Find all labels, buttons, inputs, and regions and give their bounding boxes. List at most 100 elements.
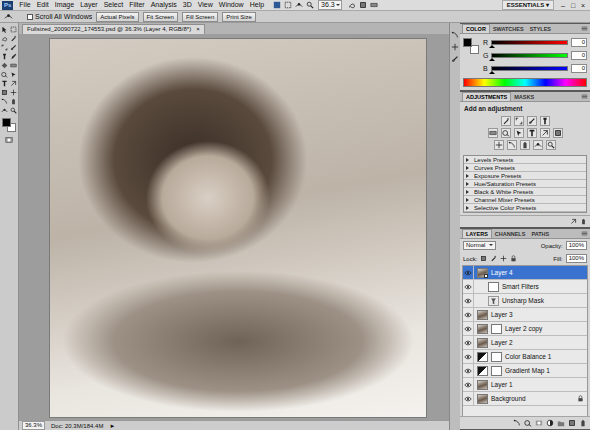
menu-item[interactable]: Help <box>247 0 267 10</box>
workspace-switcher[interactable]: ESSENTIALS ▾ <box>502 0 554 10</box>
slider-handle[interactable] <box>489 68 495 74</box>
panel-tab[interactable]: STYLES <box>527 25 554 33</box>
view-button[interactable]: Fill Screen <box>182 12 218 22</box>
close-button[interactable]: × <box>196 25 200 34</box>
layer-row[interactable]: Background <box>463 392 587 406</box>
zoom-icon[interactable] <box>306 1 314 9</box>
preset-label[interactable]: Levels Presets <box>474 157 513 163</box>
fill-field[interactable]: 100% <box>566 254 587 263</box>
layer-name[interactable]: Layer 2 <box>491 339 584 346</box>
visibility-toggle[interactable] <box>463 350 474 363</box>
layer-name[interactable]: Layer 2 copy <box>505 325 584 332</box>
layer-style-icon[interactable] <box>524 419 532 427</box>
layer-name[interactable]: Unsharp Mask <box>502 297 584 304</box>
tool-icon[interactable] <box>1 80 8 87</box>
screen-mode-icon[interactable] <box>370 1 378 9</box>
visibility-toggle[interactable] <box>463 308 474 321</box>
preset-row[interactable]: Levels Presets <box>464 156 586 164</box>
color-spectrum[interactable] <box>463 78 587 87</box>
layer-name[interactable]: Layer 4 <box>491 269 584 276</box>
layer-row[interactable]: Layer 2 copy <box>463 322 587 336</box>
lock-all-icon[interactable] <box>510 255 517 262</box>
adjustment-icon[interactable] <box>514 128 524 138</box>
checkbox-label[interactable]: Scroll All Windows <box>35 13 92 20</box>
panel-tab[interactable]: COLOR <box>462 24 490 33</box>
visibility-toggle[interactable] <box>463 392 474 405</box>
return-icon[interactable] <box>570 218 577 225</box>
tool-icon[interactable] <box>10 107 17 114</box>
panel-tab[interactable]: SWATCHES <box>490 25 527 33</box>
slider-track[interactable] <box>491 40 568 45</box>
color-swatches[interactable] <box>2 118 16 132</box>
window-control[interactable]: □ <box>568 1 578 10</box>
menu-item[interactable]: Layer <box>77 0 101 10</box>
add-mask-icon[interactable] <box>535 419 543 427</box>
info-menu-arrow[interactable]: ► <box>109 423 115 429</box>
visibility-toggle[interactable] <box>463 322 474 335</box>
menu-item[interactable]: 3D <box>180 0 195 10</box>
visibility-toggle[interactable] <box>463 336 474 349</box>
expand-toggle[interactable] <box>466 206 471 210</box>
tool-icon[interactable] <box>10 98 17 105</box>
layer-name[interactable]: Gradient Map 1 <box>505 367 584 374</box>
panel-menu-icon[interactable] <box>581 25 588 32</box>
menu-item[interactable]: View <box>195 0 216 10</box>
expand-toggle[interactable] <box>466 158 471 162</box>
panel-tab[interactable]: LAYERS <box>462 229 492 238</box>
history-icon[interactable] <box>451 31 459 39</box>
eye-icon[interactable] <box>464 311 472 319</box>
hand-icon[interactable] <box>295 1 303 9</box>
tool-icon[interactable] <box>1 53 8 60</box>
preset-row[interactable]: Hue/Saturation Presets <box>464 180 586 188</box>
tool-icon[interactable] <box>1 35 8 42</box>
hand-tool-icon[interactable] <box>4 12 13 21</box>
expand-toggle[interactable] <box>466 174 471 178</box>
visibility-toggle[interactable] <box>463 280 474 293</box>
layer-name[interactable]: Layer 3 <box>491 311 584 318</box>
eye-icon[interactable] <box>464 353 472 361</box>
adjustment-icon[interactable] <box>540 116 550 126</box>
eye-icon[interactable] <box>464 297 472 305</box>
preset-row[interactable]: Black & White Presets <box>464 188 586 196</box>
window-control[interactable]: × <box>578 1 588 10</box>
tool-icon[interactable] <box>10 80 17 87</box>
view-button[interactable]: Actual Pixels <box>96 12 138 22</box>
eye-icon[interactable] <box>464 339 472 347</box>
quick-mask-icon[interactable] <box>5 136 13 144</box>
scroll-all-checkbox[interactable]: Scroll All Windows <box>27 13 92 20</box>
lock-position-icon[interactable] <box>500 255 507 262</box>
slider-track[interactable] <box>491 53 568 58</box>
expand-toggle[interactable] <box>466 166 471 170</box>
menu-item[interactable]: Select <box>101 0 126 10</box>
window-control[interactable]: – <box>558 1 568 10</box>
adjustment-icon[interactable] <box>501 116 511 126</box>
adjustment-icon[interactable] <box>501 128 511 138</box>
foreground-color[interactable] <box>463 38 472 47</box>
preset-row[interactable]: Exposure Presets <box>464 172 586 180</box>
new-layer-icon[interactable] <box>568 419 576 427</box>
panel-tab[interactable]: ADJUSTMENTS <box>462 92 511 101</box>
eye-icon[interactable] <box>464 367 472 375</box>
preset-row[interactable]: Selective Color Presets <box>464 204 586 212</box>
layer-name[interactable]: Background <box>491 395 574 402</box>
channel-value[interactable]: 0 <box>571 64 587 73</box>
bridge-icon[interactable] <box>273 1 281 9</box>
lock-transparency-icon[interactable] <box>480 255 487 262</box>
adjustment-icon[interactable] <box>494 140 504 150</box>
menu-item[interactable]: Analysis <box>148 0 180 10</box>
tool-icon[interactable] <box>1 44 8 51</box>
link-icon[interactable] <box>513 419 521 427</box>
trash-icon[interactable] <box>579 419 587 427</box>
brushes-icon[interactable] <box>451 55 459 63</box>
adjustment-icon[interactable] <box>488 128 498 138</box>
tool-icon[interactable] <box>1 26 8 33</box>
color-swatches[interactable] <box>463 38 479 54</box>
layer-name[interactable]: Smart Filters <box>502 283 584 290</box>
channel-value[interactable]: 0 <box>571 38 587 47</box>
tool-icon[interactable] <box>10 26 17 33</box>
layer-row[interactable]: Unsharp Mask <box>463 294 587 308</box>
expand-toggle[interactable] <box>466 182 471 186</box>
tool-icon[interactable] <box>1 89 8 96</box>
tool-icon[interactable] <box>10 89 17 96</box>
layer-row[interactable]: Layer 2 <box>463 336 587 350</box>
